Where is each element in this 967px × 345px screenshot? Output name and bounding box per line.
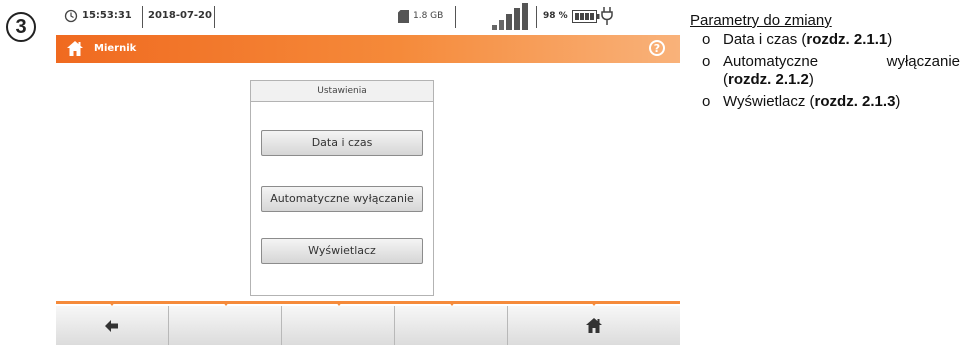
toolbar-notch xyxy=(448,301,456,306)
home-icon xyxy=(586,318,602,333)
toolbar-notch xyxy=(590,301,598,306)
bullet: o xyxy=(702,93,711,110)
bullet: o xyxy=(702,53,711,70)
doc-heading: Parametry do zmiany xyxy=(690,12,832,29)
toolbar-notch xyxy=(108,301,116,306)
function-key-2[interactable] xyxy=(169,306,282,345)
toolbar-notch xyxy=(335,301,343,306)
status-bar: 15:53:31 2018-07-20 1.8 GB 98 % xyxy=(56,0,680,34)
back-key[interactable] xyxy=(56,306,169,345)
battery-icon xyxy=(572,10,600,23)
divider xyxy=(142,6,143,28)
help-icon[interactable]: ? xyxy=(649,40,665,56)
status-time: 15:53:31 xyxy=(82,10,132,21)
back-arrow-icon xyxy=(105,319,118,332)
function-key-4[interactable] xyxy=(395,306,508,345)
storage-value: 1.8 GB xyxy=(413,11,444,21)
signal-strength-icon xyxy=(492,3,528,30)
toolbar-accent-line xyxy=(56,301,680,304)
display-button[interactable]: Wyświetlacz xyxy=(261,238,423,264)
item-ref: rozdz. 2.1.3 xyxy=(814,93,896,110)
divider xyxy=(214,6,215,28)
step-number: 3 xyxy=(6,12,36,42)
page-title: Miernik xyxy=(94,43,137,54)
divider xyxy=(455,6,456,28)
item-text-end: ) xyxy=(887,31,893,48)
clock-icon xyxy=(64,9,78,23)
item-text: wyłączanie xyxy=(886,53,960,70)
device-screen: 15:53:31 2018-07-20 1.8 GB 98 % Miernik … xyxy=(56,0,680,345)
item-text-end: ) xyxy=(895,93,901,110)
charger-plug-icon xyxy=(601,7,613,25)
item-text: Data i czas ( xyxy=(723,31,807,48)
title-bar: Miernik ? xyxy=(56,35,680,63)
panel-title: Ustawienia xyxy=(251,81,433,102)
item-line: (rozdz. 2.1.2) xyxy=(723,71,960,89)
parameter-list: o Data i czas (rozdz. 2.1.1) o Automatyc… xyxy=(690,31,960,111)
item-ref: rozdz. 2.1.2 xyxy=(728,71,809,88)
list-item: o Wyświetlacz (rozdz. 2.1.3) xyxy=(690,93,960,111)
home-icon[interactable] xyxy=(66,40,84,57)
item-line: Automatyczne wyłączanie xyxy=(723,53,960,71)
date-time-button[interactable]: Data i czas xyxy=(261,130,423,156)
bottom-toolbar xyxy=(56,300,680,345)
auto-power-off-button[interactable]: Automatyczne wyłączanie xyxy=(261,186,423,212)
battery-percent: 98 % xyxy=(543,11,568,21)
list-item: o Automatyczne wyłączanie (rozdz. 2.1.2) xyxy=(690,53,960,89)
function-key-3[interactable] xyxy=(282,306,395,345)
divider xyxy=(536,6,537,28)
settings-panel: Ustawienia Data i czas Automatyczne wyłą… xyxy=(250,80,434,296)
list-item: o Data i czas (rozdz. 2.1.1) xyxy=(690,31,960,49)
sd-card-icon xyxy=(398,10,409,23)
toolbar-notch xyxy=(222,301,230,306)
item-text-end: ) xyxy=(808,71,814,88)
item-ref: rozdz. 2.1.1 xyxy=(806,31,888,48)
item-text: Automatyczne xyxy=(723,53,819,70)
instruction-text: Parametry do zmiany o Data i czas (rozdz… xyxy=(690,12,960,115)
bullet: o xyxy=(702,31,711,48)
home-key[interactable] xyxy=(508,306,680,345)
status-date: 2018-07-20 xyxy=(148,10,212,21)
item-text: Wyświetlacz ( xyxy=(723,93,815,110)
